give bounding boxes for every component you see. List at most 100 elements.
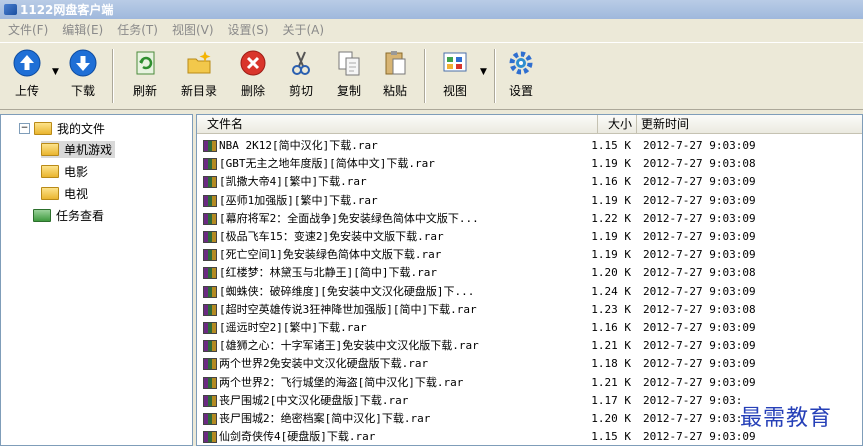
settings-button[interactable]: 设置 xyxy=(502,49,540,99)
view-label: 视图 xyxy=(442,84,467,98)
title-bar: 1122网盘客户端 xyxy=(0,0,863,19)
file-name: [雄狮之心：十字军诸王]免安装中文汉化版下载.rar xyxy=(219,339,479,353)
menu-view[interactable]: 视图(V) xyxy=(172,21,214,38)
cut-button[interactable]: 剪切 xyxy=(282,49,320,99)
file-time: 2012-7-27 9:03:09 xyxy=(643,139,756,152)
file-time: 2012-7-27 9:03:09 xyxy=(643,357,756,371)
toolbar: 上传 ▼ 下载 刷新 新目录 删除 剪切 复制 粘贴 视图 ▼ 设置 xyxy=(0,42,863,110)
rar-file-icon xyxy=(203,267,217,280)
toolbar-separator xyxy=(494,49,496,103)
download-button[interactable]: 下载 xyxy=(64,49,102,99)
file-size: 1.16 K xyxy=(591,321,631,334)
upload-button[interactable]: 上传 xyxy=(8,49,46,99)
rar-file-icon xyxy=(203,376,217,389)
tree-item-label: 任务查看 xyxy=(56,209,105,223)
table-row[interactable]: [雄狮之心：十字军诸王]免安装中文汉化版下载.rar 1.21 K 2012-7-2… xyxy=(197,337,862,355)
tree-item-label: 电视 xyxy=(64,187,89,201)
task-icon xyxy=(33,209,51,222)
view-dropdown-icon[interactable]: ▼ xyxy=(480,67,487,77)
table-row[interactable]: NBA 2K12[简中汉化]下载.rar 1.15 K 2012-7-27 9:03… xyxy=(197,137,862,155)
rar-file-icon xyxy=(203,358,217,371)
column-header-name[interactable]: 文件名 xyxy=(197,115,637,133)
file-list: 文件名 大小 更新时间 NBA 2K12[简中汉化]下载.rar 1.15 K 20… xyxy=(196,114,863,446)
new-folder-label: 新目录 xyxy=(180,84,217,98)
tree-item-label: 单机游戏 xyxy=(64,143,113,157)
file-size: 1.16 K xyxy=(591,175,631,189)
copy-label: 复制 xyxy=(336,84,361,98)
delete-button[interactable]: 删除 xyxy=(234,49,272,99)
paste-button[interactable]: 粘贴 xyxy=(376,49,414,99)
table-row[interactable]: [蜘蛛侠：破碎维度][免安装中文汉化硬盘版]下... 1.24 K 2012-7-2… xyxy=(197,283,862,301)
copy-button[interactable]: 复制 xyxy=(330,49,368,99)
rar-file-icon xyxy=(203,231,217,243)
table-row[interactable]: [幕府将军2：全面战争]免安装绿色简体中文版下... 1.22 K 2012-7-2… xyxy=(197,210,862,228)
tree-root[interactable]: − 我的文件 xyxy=(19,120,105,137)
file-name: [遥远时空2][繁中]下载.rar xyxy=(219,321,367,334)
tree-item-games[interactable]: 单机游戏 xyxy=(41,141,116,158)
view-button[interactable]: 视图 xyxy=(436,49,474,99)
paste-icon xyxy=(381,49,409,77)
column-header-time[interactable]: 更新时间 xyxy=(637,115,862,133)
table-row[interactable]: 两个世界2免安装中文汉化硬盘版下载.rar 1.18 K 2012-7-27 9:0… xyxy=(197,355,862,373)
menu-edit[interactable]: 编辑(E) xyxy=(62,21,103,38)
table-row[interactable]: [遥远时空2][繁中]下载.rar 1.16 K 2012-7-27 9:03:09 xyxy=(197,319,862,337)
file-size: 1.15 K xyxy=(591,430,631,444)
new-folder-button[interactable]: 新目录 xyxy=(180,49,218,99)
file-time: 2012-7-27 9:03:08 xyxy=(643,302,756,316)
tree-item-movies[interactable]: 电影 xyxy=(41,163,88,180)
download-icon xyxy=(69,49,97,77)
table-row[interactable]: [GBT无主之地年度版][简体中文]下载.rar 1.19 K 2012-7-27 … xyxy=(197,155,862,173)
folder-icon xyxy=(41,165,59,178)
rar-file-icon xyxy=(203,394,217,407)
collapse-icon[interactable]: − xyxy=(19,123,30,134)
menu-file[interactable]: 文件(F) xyxy=(8,21,48,38)
table-row[interactable]: [巫师1加强版][繁中]下载.rar 1.19 K 2012-7-27 9:03:0… xyxy=(197,192,862,210)
file-size: 1.15 K xyxy=(591,139,631,152)
table-row[interactable]: [超时空英雄传说3狂神降世加强版][简中]下载.rar 1.23 K 2012-7-… xyxy=(197,301,862,319)
file-size: 1.18 K xyxy=(591,357,631,371)
tree-item-tv[interactable]: 电视 xyxy=(41,185,88,202)
tree-item-tasks[interactable]: 任务查看 xyxy=(33,207,104,224)
file-size: 1.17 K xyxy=(591,393,631,407)
watermark: 最需教育 xyxy=(740,406,833,431)
menu-settings[interactable]: 设置(S) xyxy=(228,21,269,38)
rar-file-icon xyxy=(203,303,217,316)
file-time: 2012-7-27 9:03:09 xyxy=(643,230,756,243)
file-time: 2012-7-27 9:03:09 xyxy=(643,430,756,444)
file-size: 1.23 K xyxy=(591,302,631,316)
file-size: 1.19 K xyxy=(591,248,631,262)
upload-dropdown-icon[interactable]: ▼ xyxy=(52,67,59,77)
file-time: 2012-7-27 9:03:09 xyxy=(643,211,756,225)
file-time: 2012-7-27 9:03:09 xyxy=(643,193,756,207)
rar-file-icon xyxy=(203,340,217,353)
file-name: [极品飞车15：变速2]免安装中文版下载.rar xyxy=(219,230,444,243)
table-row[interactable]: [凯撒大帝4][繁中]下载.rar 1.16 K 2012-7-27 9:03:09 xyxy=(197,173,862,191)
file-time: 2012-7-27 9:03: xyxy=(643,393,743,407)
file-name: [巫师1加强版][繁中]下载.rar xyxy=(219,193,378,207)
column-header-size[interactable]: 大小 xyxy=(597,115,637,133)
delete-icon xyxy=(239,49,267,77)
file-size: 1.21 K xyxy=(591,375,631,389)
file-size: 1.24 K xyxy=(591,284,631,298)
file-time: 2012-7-27 9:03:09 xyxy=(643,375,756,389)
refresh-button[interactable]: 刷新 xyxy=(126,49,164,99)
file-name: 仙剑奇侠传4[硬盘版]下载.rar xyxy=(219,430,376,444)
delete-label: 删除 xyxy=(240,84,265,98)
menu-about[interactable]: 关于(A) xyxy=(283,21,325,38)
cut-icon xyxy=(287,49,315,77)
file-time: 2012-7-27 9:03:08 xyxy=(643,157,756,171)
view-icon xyxy=(441,49,469,77)
rar-file-icon xyxy=(203,140,217,152)
file-size: 1.19 K xyxy=(591,230,631,243)
file-size: 1.20 K xyxy=(591,412,631,425)
file-time: 2012-7-27 9:03: xyxy=(643,412,743,425)
table-row[interactable]: [极品飞车15：变速2]免安装中文版下载.rar 1.19 K 2012-7-27 … xyxy=(197,228,862,246)
tree-root-label: 我的文件 xyxy=(57,122,106,136)
table-row[interactable]: 两个世界2：飞行城堡的海盗[简中汉化]下载.rar 1.21 K 2012-7-27… xyxy=(197,374,862,392)
toolbar-separator xyxy=(112,49,114,103)
menu-task[interactable]: 任务(T) xyxy=(117,21,158,38)
table-row[interactable]: [死亡空间1]免安装绿色简体中文版下载.rar 1.19 K 2012-7-27 9… xyxy=(197,246,862,264)
rar-file-icon xyxy=(203,285,217,298)
file-size: 1.21 K xyxy=(591,339,631,353)
table-row[interactable]: [红楼梦：林黛玉与北静王][简中]下载.rar 1.20 K 2012-7-27 9… xyxy=(197,264,862,282)
